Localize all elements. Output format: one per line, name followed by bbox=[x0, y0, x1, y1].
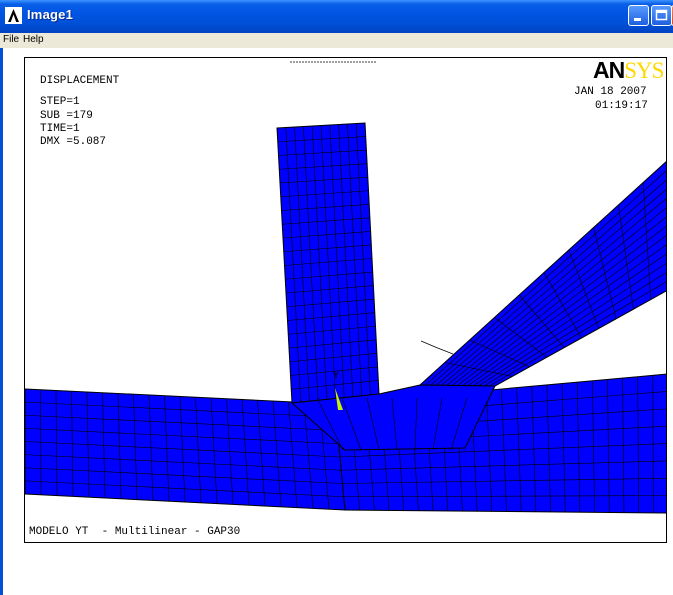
y-axis-label: Y bbox=[333, 371, 340, 382]
plot-date: JAN 18 2007 bbox=[574, 86, 647, 98]
minimize-icon bbox=[634, 18, 641, 21]
menu-file[interactable]: File bbox=[3, 34, 19, 45]
diagonal-brace bbox=[418, 161, 666, 387]
dmx-label: DMX =5.087 bbox=[40, 136, 107, 148]
step-label: STEP=1 bbox=[40, 96, 80, 108]
logo-sys: SYS bbox=[624, 58, 664, 83]
plot-time: 01:19:17 bbox=[595, 100, 648, 112]
substep-label: SUB =179 bbox=[40, 110, 93, 122]
result-title: DISPLACEMENT bbox=[40, 75, 120, 87]
window-title: Image1 bbox=[27, 7, 74, 22]
ansys-logo: ANSYS bbox=[593, 57, 664, 84]
time-label: TIME=1 bbox=[40, 123, 80, 135]
window-left-border bbox=[0, 48, 3, 595]
graphics-viewport[interactable]: DISPLACEMENT STEP=1 SUB =179 TIME=1 DMX … bbox=[24, 57, 667, 543]
minimize-button[interactable] bbox=[628, 5, 649, 26]
fea-mesh-plot bbox=[25, 61, 666, 514]
logo-an: AN bbox=[593, 57, 625, 83]
title-bar[interactable]: Image1 bbox=[0, 0, 673, 33]
menu-bar: File Help bbox=[0, 33, 673, 48]
menu-help[interactable]: Help bbox=[23, 34, 44, 45]
maximize-icon bbox=[655, 9, 668, 21]
plot-caption: MODELO YT - Multilinear - GAP30 bbox=[29, 526, 241, 538]
maximize-button[interactable] bbox=[651, 5, 672, 26]
reference-curve bbox=[420, 340, 454, 355]
ansys-app-icon bbox=[5, 7, 22, 24]
